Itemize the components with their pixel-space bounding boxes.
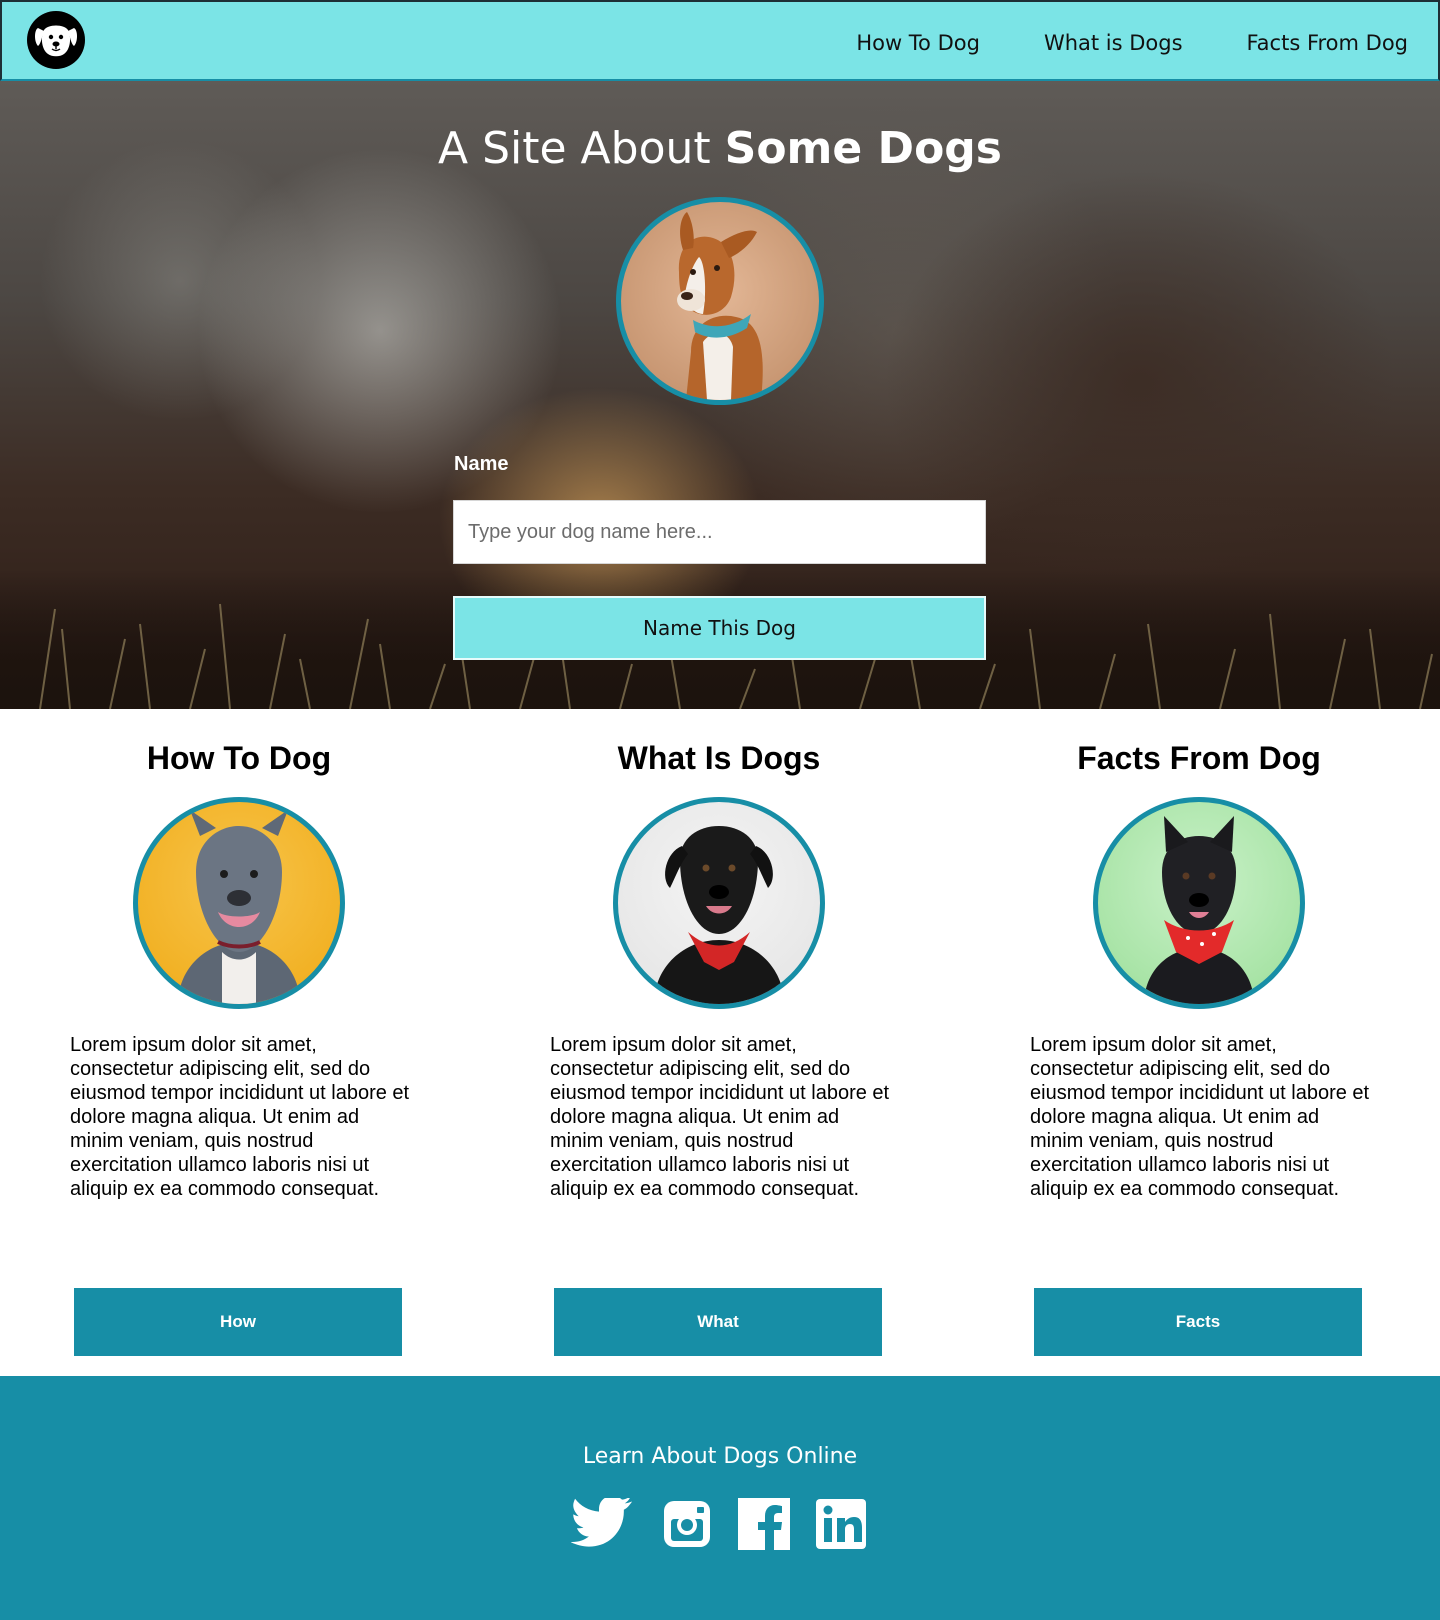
feature-description: Lorem ipsum dolor sit amet, consectetur …	[70, 1034, 410, 1200]
hero-section: A Site About Some Dogs Name Name This Do…	[0, 81, 1440, 709]
nav-link-facts-from-dog[interactable]: Facts From Dog	[1247, 31, 1408, 55]
feature-what-is-dogs: What Is Dogs Lorem ipsum dolor sit amet,…	[484, 738, 954, 1356]
feature-description: Lorem ipsum dolor sit amet, consectetur …	[550, 1034, 890, 1200]
nav-links: How To Dog What is Dogs Facts From Dog	[856, 2, 1408, 83]
name-label: Name	[454, 453, 509, 475]
feature-title: Facts From Dog	[1077, 740, 1321, 776]
facebook-icon[interactable]	[733, 1496, 795, 1552]
twitter-icon[interactable]	[571, 1496, 633, 1552]
nav-link-what-is-dogs[interactable]: What is Dogs	[1044, 31, 1183, 55]
instagram-icon[interactable]	[656, 1496, 718, 1552]
feature-how-to-dog: How To Dog Lorem ipsum dolor sit amet, c…	[4, 738, 474, 1356]
dog-face-icon[interactable]	[27, 11, 85, 69]
footer-text: Learn About Dogs Online	[582, 1444, 858, 1469]
nav-link-how-to-dog[interactable]: How To Dog	[856, 31, 980, 55]
hero-title-regular: A Site About	[438, 123, 725, 174]
how-to-dog-avatar	[133, 797, 345, 1009]
how-button[interactable]: How	[74, 1288, 402, 1356]
linkedin-icon[interactable]	[810, 1496, 872, 1552]
feature-description: Lorem ipsum dolor sit amet, consectetur …	[1030, 1034, 1370, 1200]
feature-title: What Is Dogs	[617, 740, 821, 776]
footer: Learn About Dogs Online	[0, 1376, 1440, 1620]
feature-title: How To Dog	[146, 740, 332, 776]
facts-button[interactable]: Facts	[1034, 1288, 1362, 1356]
dog-name-input[interactable]	[453, 500, 986, 564]
hero-title-bold: Some Dogs	[724, 123, 1002, 174]
hero-title: A Site About Some Dogs	[0, 123, 1440, 174]
navbar: How To Dog What is Dogs Facts From Dog	[0, 0, 1440, 81]
what-button[interactable]: What	[554, 1288, 882, 1356]
feature-facts-from-dog: Facts From Dog Lorem ipsum dolor sit ame…	[964, 738, 1434, 1356]
facts-from-dog-avatar	[1093, 797, 1305, 1009]
hero-dog-avatar	[616, 197, 824, 405]
name-this-dog-button[interactable]: Name This Dog	[453, 596, 986, 660]
what-is-dogs-avatar	[613, 797, 825, 1009]
